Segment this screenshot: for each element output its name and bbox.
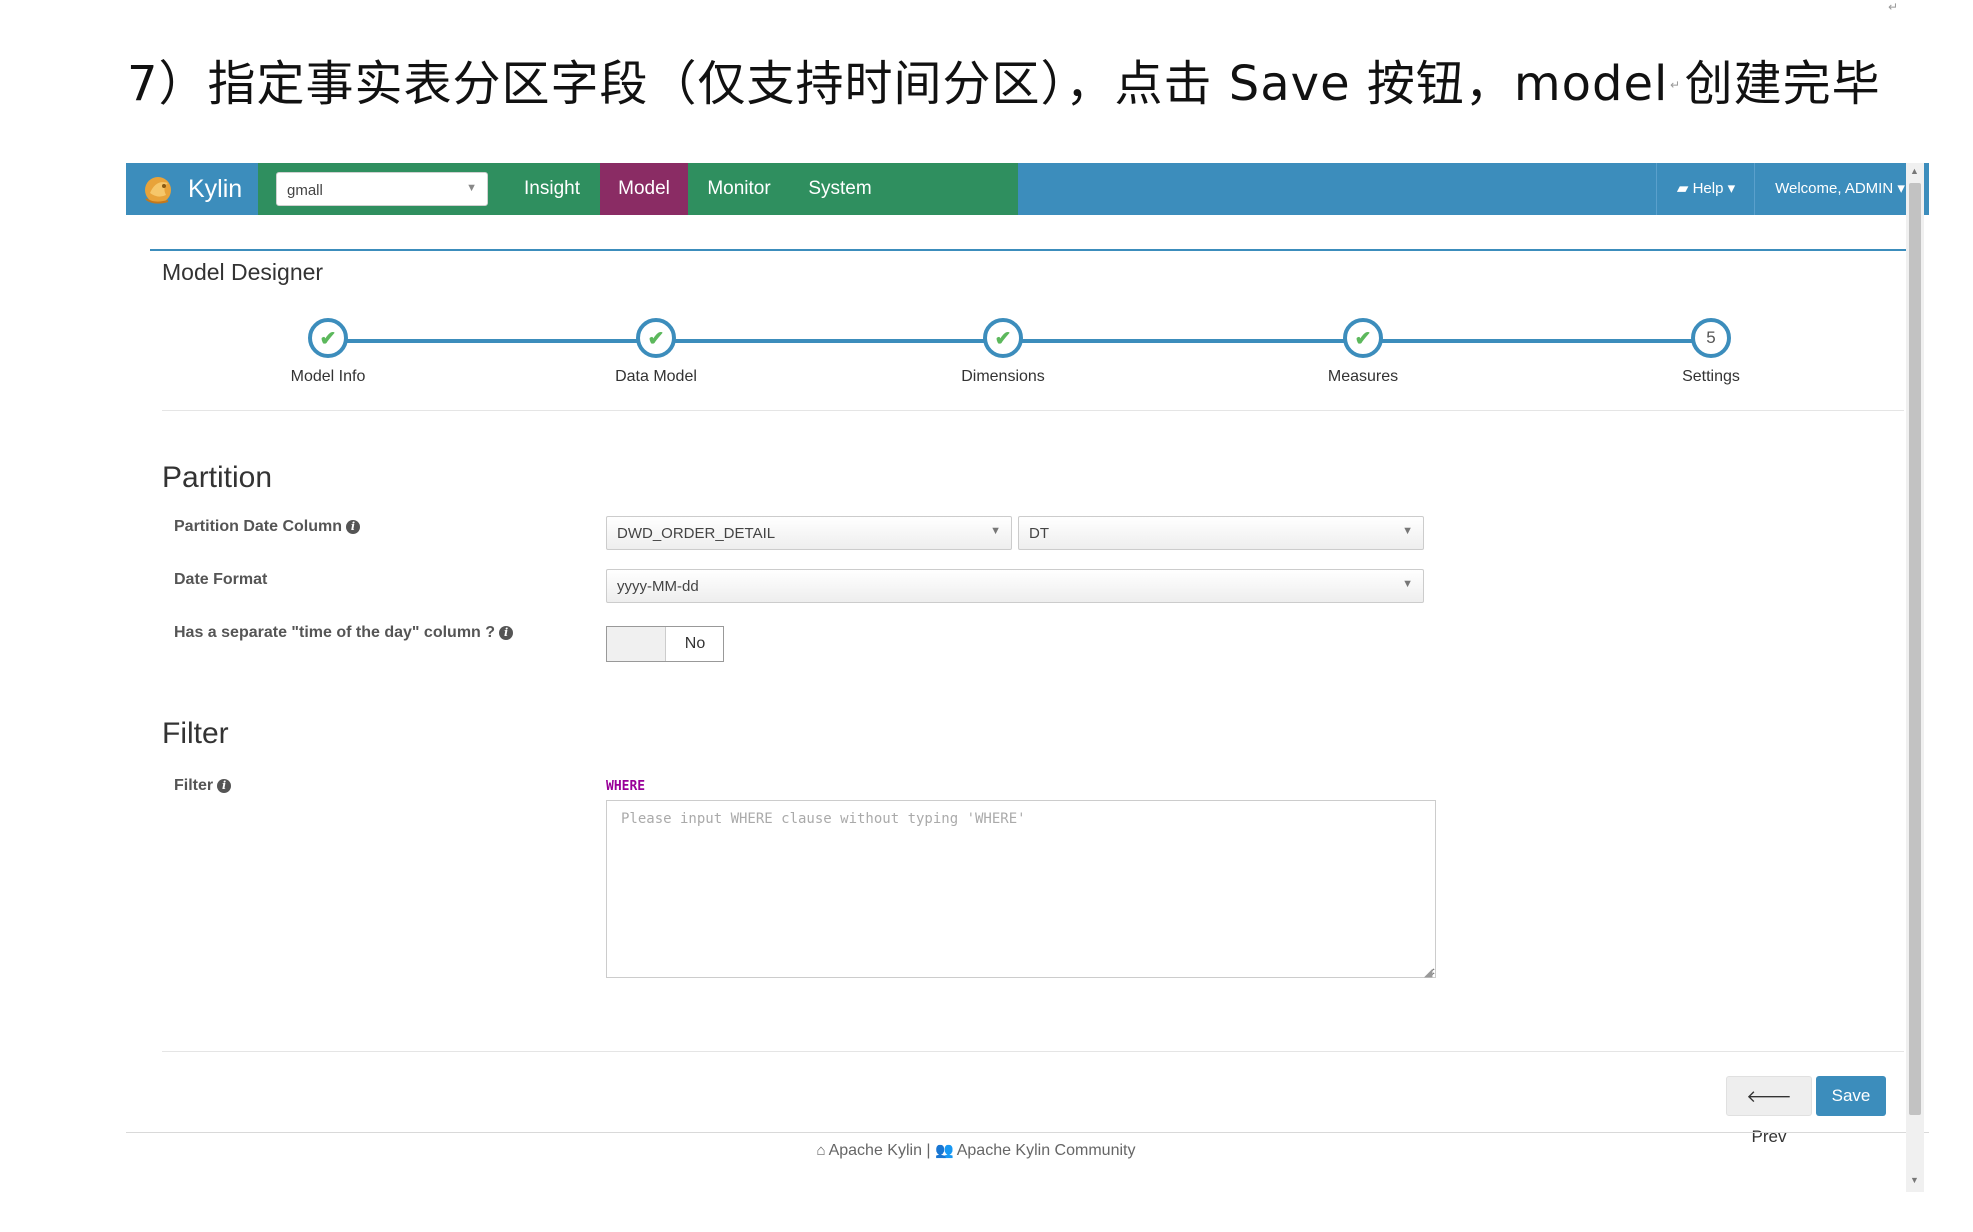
filter-label: Filter i xyxy=(174,777,232,795)
save-button[interactable]: Save xyxy=(1816,1076,1886,1116)
partition-section-title: Partition xyxy=(162,461,273,494)
vertical-scrollbar[interactable]: ▲ ▼ xyxy=(1906,163,1924,1192)
check-icon: ✔ xyxy=(319,327,337,350)
partition-date-column-label: Partition Date Column i xyxy=(174,518,361,536)
info-icon[interactable]: i xyxy=(499,626,514,640)
divider xyxy=(162,1051,1904,1052)
project-select[interactable]: gmall ▼ xyxy=(276,172,488,206)
date-format-select[interactable]: yyyy-MM-dd ▼ xyxy=(606,569,1424,603)
check-icon: ✔ xyxy=(1354,327,1372,350)
partition-column-select[interactable]: DT ▼ xyxy=(1018,516,1424,550)
toggle-state-label: No xyxy=(684,635,706,652)
scroll-down-arrow-icon[interactable]: ▼ xyxy=(1910,1175,1919,1185)
wizard-step-measures[interactable]: ✔ Measures xyxy=(1283,318,1443,386)
info-icon[interactable]: i xyxy=(217,779,232,793)
help-label: Help xyxy=(1692,180,1724,197)
wizard-steps: ✔ Model Info ✔ Data Model ✔ Dimensions ✔… xyxy=(126,318,1929,398)
filter-section-title: Filter xyxy=(162,717,229,750)
brand-name: Kylin xyxy=(188,174,243,203)
chevron-down-icon: ▼ xyxy=(990,525,1001,537)
check-icon: ✔ xyxy=(994,327,1012,350)
wizard-step-label: Model Info xyxy=(290,368,366,385)
wizard-step-dimensions[interactable]: ✔ Dimensions xyxy=(923,318,1083,386)
wizard-step-data-model[interactable]: ✔ Data Model xyxy=(576,318,736,386)
toggle-handle xyxy=(607,627,666,661)
prev-button[interactable]: 🡐 Prev xyxy=(1726,1076,1812,1146)
wizard-step-label: Measures xyxy=(1327,368,1399,385)
scroll-thumb[interactable] xyxy=(1909,183,1921,1115)
help-menu[interactable]: ▰ Help ▾ xyxy=(1656,163,1755,215)
footer-link-community[interactable]: Apache Kylin Community xyxy=(957,1142,1136,1159)
wizard-step-label: Data Model xyxy=(615,368,697,385)
return-mark: ↵ xyxy=(1888,0,1899,14)
nav-monitor[interactable]: Monitor xyxy=(688,163,790,215)
footer-link-apache-kylin[interactable]: Apache Kylin xyxy=(829,1142,922,1159)
date-format-label: Date Format xyxy=(174,571,268,588)
chevron-down-icon: ▼ xyxy=(466,182,477,194)
arrow-left-icon: 🡐 xyxy=(1746,1087,1792,1106)
wizard-step-settings[interactable]: 5 Settings xyxy=(1631,318,1791,386)
chevron-down-icon: ▼ xyxy=(1402,578,1413,590)
nav-insight[interactable]: Insight xyxy=(508,163,596,215)
book-icon: ▰ xyxy=(1676,180,1689,197)
partition-table-select[interactable]: DWD_ORDER_DETAIL ▼ xyxy=(606,516,1012,550)
time-of-day-toggle[interactable]: No xyxy=(606,626,724,662)
where-keyword: WHERE xyxy=(606,779,646,794)
wizard-step-label: Settings xyxy=(1682,368,1740,385)
partition-column-value: DT xyxy=(1029,525,1049,542)
return-mark: ↵ xyxy=(1670,78,1681,92)
footer: ⌂ Apache Kylin | 👥 Apache Kylin Community xyxy=(126,1141,1826,1160)
date-format-value: yyyy-MM-dd xyxy=(617,578,699,595)
chevron-down-icon: ▼ xyxy=(1402,525,1413,537)
users-icon: 👥 xyxy=(935,1142,954,1159)
kylin-app-window: Kylin gmall ▼ Insight Model Monitor Syst… xyxy=(126,163,1929,1192)
check-icon: ✔ xyxy=(647,327,665,350)
user-label: Welcome, ADMIN xyxy=(1775,180,1894,197)
panel-top-border xyxy=(150,249,1906,251)
project-select-value: gmall xyxy=(287,182,323,199)
divider xyxy=(162,410,1904,411)
brand[interactable]: Kylin xyxy=(126,163,258,215)
nav-model[interactable]: Model xyxy=(600,163,688,215)
caret-down-icon: ▾ xyxy=(1897,180,1905,197)
step-number: 5 xyxy=(1706,328,1716,347)
partition-table-value: DWD_ORDER_DETAIL xyxy=(617,525,776,542)
wizard-step-model-info[interactable]: ✔ Model Info xyxy=(248,318,408,386)
filter-where-textarea[interactable] xyxy=(606,800,1436,978)
caret-down-icon: ▾ xyxy=(1727,180,1736,197)
home-icon: ⌂ xyxy=(816,1142,826,1159)
scroll-up-arrow-icon[interactable]: ▲ xyxy=(1910,166,1919,176)
info-icon[interactable]: i xyxy=(346,520,361,534)
nav-system[interactable]: System xyxy=(790,163,890,215)
kylin-logo-icon xyxy=(145,177,171,204)
footer-divider xyxy=(126,1132,1929,1133)
user-menu[interactable]: Welcome, ADMIN ▾ xyxy=(1754,163,1925,215)
resize-grip-icon[interactable]: ◢ xyxy=(1424,966,1432,979)
wizard-step-label: Dimensions xyxy=(961,368,1045,385)
top-navbar: Kylin gmall ▼ Insight Model Monitor Syst… xyxy=(126,163,1929,215)
footer-separator: | xyxy=(926,1142,931,1159)
document-heading: 7）指定事实表分区字段（仅支持时间分区），点击 Save 按钮，model 创建… xyxy=(127,56,1881,112)
time-of-day-label: Has a separate "time of the day" column … xyxy=(174,624,514,642)
page-title: Model Designer xyxy=(162,259,324,285)
